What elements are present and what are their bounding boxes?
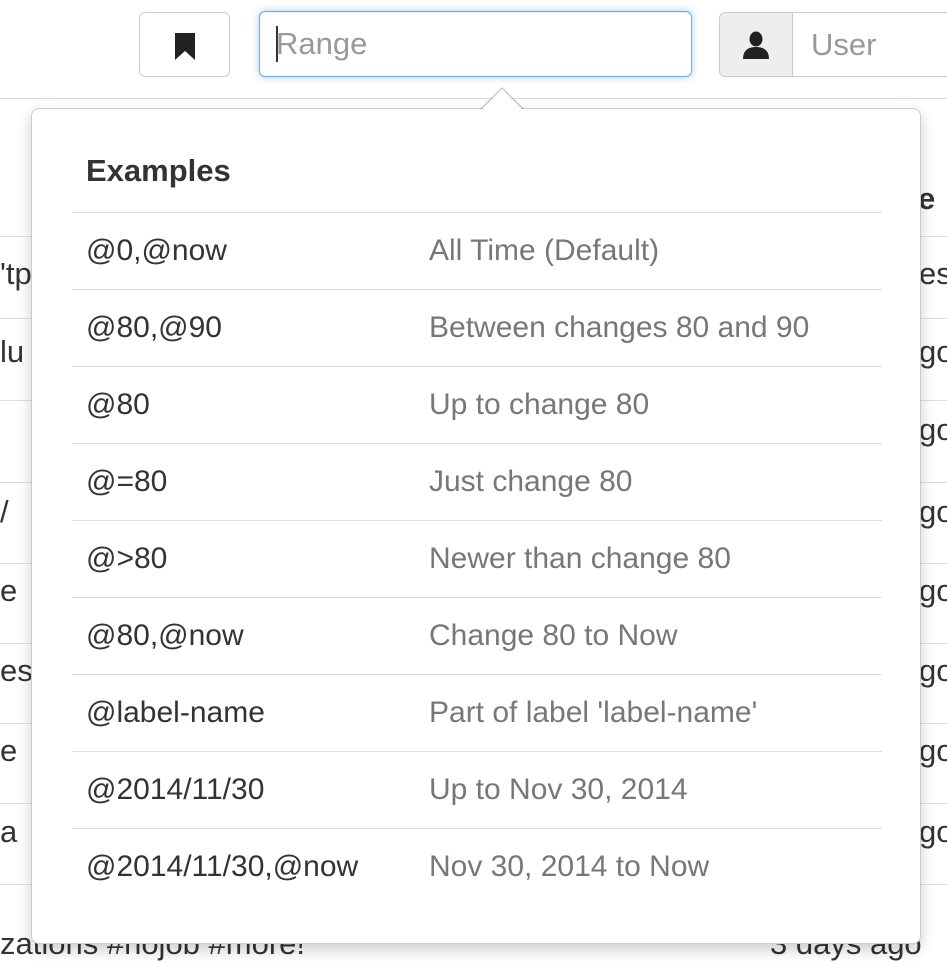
example-description: Part of label 'label-name': [429, 696, 758, 729]
example-row[interactable]: @80,@now Change 80 to Now: [72, 597, 882, 674]
bg-row-right: go: [919, 573, 947, 608]
popover-title: Examples: [86, 153, 231, 188]
example-row[interactable]: @0,@now All Time (Default): [72, 212, 882, 289]
bookmark-icon: [175, 33, 195, 60]
range-input[interactable]: [259, 11, 692, 77]
example-description: Change 80 to Now: [429, 619, 678, 652]
example-row[interactable]: @=80 Just change 80: [72, 443, 882, 520]
popover-arrow-fill: [481, 89, 523, 110]
bg-row-right: go: [919, 494, 947, 529]
example-code: @2014/11/30,@now: [86, 850, 359, 883]
example-row[interactable]: @label-name Part of label 'label-name': [72, 674, 882, 751]
bg-row-right: es: [919, 256, 947, 291]
example-row[interactable]: @80 Up to change 80: [72, 366, 882, 443]
bg-row-right: go: [919, 733, 947, 768]
bg-row-right: go: [919, 814, 947, 849]
example-code: @=80: [86, 465, 168, 498]
bg-row-left: /: [0, 494, 9, 529]
bg-row-left: e: [0, 733, 18, 768]
example-code: @80,@90: [86, 311, 222, 344]
user-addon: [719, 12, 792, 77]
examples-table: @0,@now All Time (Default) @80,@90 Betwe…: [72, 212, 882, 905]
example-code: @80,@now: [86, 619, 244, 652]
example-code: @>80: [86, 542, 168, 575]
example-description: Just change 80: [429, 465, 633, 498]
text-cursor: [276, 26, 278, 62]
example-row[interactable]: @2014/11/30,@now Nov 30, 2014 to Now: [72, 828, 882, 905]
example-row[interactable]: @80,@90 Between changes 80 and 90: [72, 289, 882, 366]
range-examples-popover: Examples @0,@now All Time (Default) @80,…: [31, 87, 921, 944]
bg-row-left: e: [0, 573, 18, 608]
example-description: All Time (Default): [429, 234, 660, 267]
example-row[interactable]: @>80 Newer than change 80: [72, 520, 882, 597]
example-code: @label-name: [86, 696, 265, 729]
example-code: @2014/11/30: [86, 773, 265, 806]
bg-row-left: es: [0, 653, 33, 688]
example-description: Newer than change 80: [429, 542, 731, 575]
user-icon: [743, 31, 769, 59]
bg-row-right: go: [919, 653, 947, 688]
example-description: Between changes 80 and 90: [429, 311, 810, 344]
bg-row-left: 'tp: [0, 256, 32, 291]
example-code: @80: [86, 388, 150, 421]
example-description: Up to Nov 30, 2014: [429, 773, 688, 806]
bg-row-left: lu: [0, 334, 25, 369]
example-code: @0,@now: [86, 234, 227, 267]
toolbar-divider: [0, 98, 947, 99]
example-description: Nov 30, 2014 to Now: [429, 850, 710, 883]
bg-row-right: go: [919, 412, 947, 447]
example-description: Up to change 80: [429, 388, 650, 421]
bg-row-left: a: [0, 814, 18, 849]
bg-row-right: go: [919, 334, 947, 369]
user-input[interactable]: [792, 12, 947, 77]
example-row[interactable]: @2014/11/30 Up to Nov 30, 2014: [72, 751, 882, 828]
bookmark-button[interactable]: [139, 12, 230, 77]
